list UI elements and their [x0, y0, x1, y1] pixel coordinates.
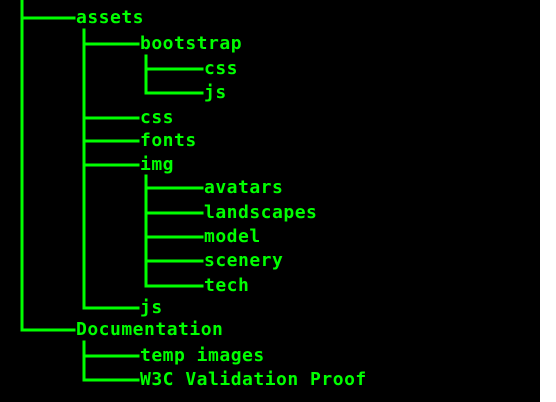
folder-fonts[interactable]: fonts: [140, 130, 197, 152]
folder-temp-images[interactable]: temp images: [140, 345, 265, 367]
folder-assets[interactable]: assets: [76, 7, 144, 29]
folder-js[interactable]: js: [140, 297, 163, 319]
folder-tech[interactable]: tech: [204, 275, 249, 297]
folder-w3c-validation-proof[interactable]: W3C Validation Proof: [140, 369, 367, 391]
folder-bootstrap-js[interactable]: js: [204, 82, 227, 104]
folder-img[interactable]: img: [140, 154, 174, 176]
console-window: assets bootstrap css js css fonts img av…: [0, 0, 540, 402]
folder-css[interactable]: css: [140, 107, 174, 129]
folder-avatars[interactable]: avatars: [204, 177, 283, 199]
folder-model[interactable]: model: [204, 226, 261, 248]
tree-connector-lines: [20, 0, 204, 382]
folder-scenery[interactable]: scenery: [204, 250, 283, 272]
folder-bootstrap-css[interactable]: css: [204, 58, 238, 80]
folder-bootstrap[interactable]: bootstrap: [140, 33, 242, 55]
folder-documentation[interactable]: Documentation: [76, 319, 223, 341]
folder-landscapes[interactable]: landscapes: [204, 202, 317, 224]
